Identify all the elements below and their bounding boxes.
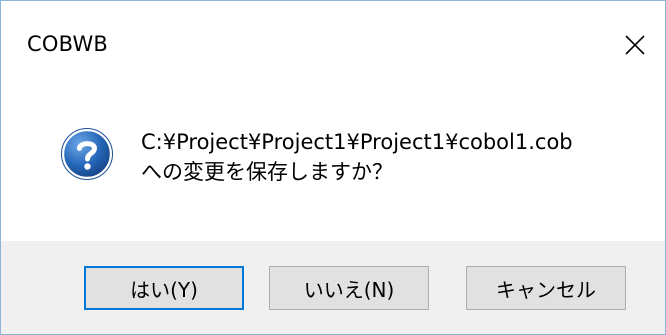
message-question: への変更を保存しますか？	[141, 160, 393, 184]
message-area: C:¥Project¥Project1¥Project1¥cobol1.cob …	[1, 89, 665, 241]
message-file-path: C:¥Project¥Project1¥Project1¥cobol1.cob	[141, 130, 573, 154]
button-bar: はい(Y) いいえ(N) キャンセル	[1, 241, 665, 334]
save-changes-dialog: COBWB C:¥Project¥Project1¥Project1¥cobol…	[0, 0, 666, 335]
question-icon	[61, 128, 113, 180]
message-text: C:¥Project¥Project1¥Project1¥cobol1.cob …	[141, 127, 573, 187]
close-button[interactable]	[605, 17, 665, 73]
window-title: COBWB	[27, 32, 109, 56]
cancel-button[interactable]: キャンセル	[466, 266, 626, 310]
no-button[interactable]: いいえ(N)	[269, 266, 429, 310]
title-bar: COBWB	[1, 1, 665, 89]
yes-button[interactable]: はい(Y)	[84, 266, 244, 310]
close-icon	[625, 35, 645, 55]
